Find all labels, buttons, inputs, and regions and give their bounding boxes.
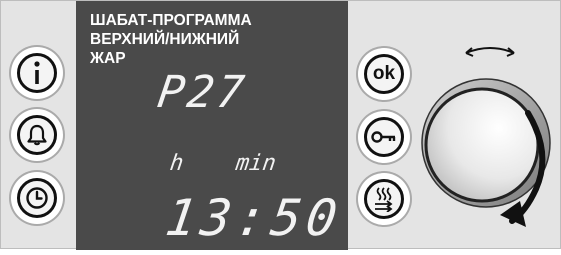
clock-button[interactable] bbox=[17, 178, 57, 218]
mode-title-line1: ШАБАТ-ПРОГРАММА bbox=[90, 12, 252, 29]
hours-unit-label: h bbox=[168, 151, 186, 176]
dial-knob[interactable] bbox=[416, 31, 561, 250]
timer-alarm-button[interactable] bbox=[17, 115, 57, 155]
lcd-display: ШАБАТ-ПРОГРАММА ВЕРХНИЙ/НИЖНИЙ ЖАР P27 h… bbox=[76, 1, 348, 250]
info-button[interactable] bbox=[17, 53, 57, 93]
ok-button[interactable]: ok bbox=[364, 54, 404, 94]
steam-icon bbox=[373, 186, 395, 212]
time-readout: 13:50 bbox=[161, 189, 346, 247]
mode-title-line2: ВЕРХНИЙ/НИЖНИЙ bbox=[90, 31, 240, 48]
clock-icon bbox=[25, 186, 49, 210]
program-code: P27 bbox=[154, 67, 251, 118]
bell-icon bbox=[25, 123, 49, 147]
ok-label: ok bbox=[372, 63, 396, 84]
oven-control-panel: ШАБАТ-ПРОГРАММА ВЕРХНИЙ/НИЖНИЙ ЖАР P27 h… bbox=[0, 0, 561, 250]
key-icon bbox=[370, 127, 398, 147]
mode-title-line3: ЖАР bbox=[90, 50, 126, 67]
info-icon bbox=[27, 60, 47, 86]
key-lock-button[interactable] bbox=[364, 117, 404, 157]
steam-button[interactable] bbox=[364, 179, 404, 219]
minutes-unit-label: min bbox=[234, 151, 278, 176]
mode-title: ШАБАТ-ПРОГРАММА ВЕРХНИЙ/НИЖНИЙ ЖАР bbox=[90, 11, 252, 68]
